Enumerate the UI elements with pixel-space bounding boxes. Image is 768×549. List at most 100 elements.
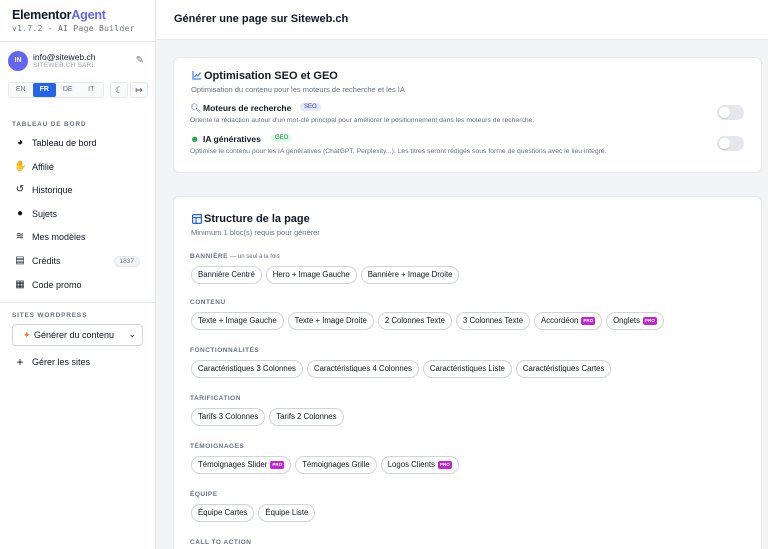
app-name: Elementor	[12, 8, 72, 22]
seo-toggle[interactable]	[717, 105, 744, 120]
lang-it-button[interactable]: IT	[80, 83, 104, 97]
block-chip-label: Équipe Liste	[265, 508, 309, 517]
page-title: Générer une page sur Siteweb.ch	[174, 13, 349, 25]
divider	[0, 302, 156, 303]
block-chip-label: Tarifs 3 Colonnes	[198, 412, 259, 421]
divider	[0, 41, 156, 42]
block-chip-label: Équipe Cartes	[198, 508, 248, 517]
manage-sites-link[interactable]: + Gérer les sites	[12, 354, 144, 372]
group-hint: — un seul à la fois	[230, 254, 280, 260]
chip-row: Tarifs 3 Colonnes Tarifs 2 Colonnes	[191, 408, 344, 426]
block-chip[interactable]: Bannière + Image Droite	[360, 266, 460, 284]
chip-row: Bannière Centré Hero + Image Gauche Banniè…	[191, 266, 460, 284]
layout-icon	[192, 214, 202, 224]
app-version: v1.7.2 - AI Page Builder	[12, 24, 135, 33]
block-chip-label: Onglets	[613, 316, 640, 325]
block-chip[interactable]: Caractéristiques 4 Colonnes	[306, 360, 419, 378]
plus-icon: +	[16, 355, 24, 369]
group-label: TARIFICATION	[190, 395, 241, 402]
sidebar-item-label: Affilié	[32, 162, 54, 172]
block-chip-label: Témoignages Grille	[302, 460, 370, 469]
geo-tag: GEO	[271, 134, 293, 142]
seo-card-title: Optimisation SEO et GEO	[204, 70, 338, 82]
block-chip[interactable]: Accordéon PRO	[534, 312, 603, 330]
logout-button[interactable]: ↦	[130, 82, 148, 98]
group-label-text: CONTENU	[190, 299, 226, 306]
sidebar-item-templates[interactable]: ≋ Mes modèles	[12, 229, 144, 247]
top-bar: Générer une page sur Siteweb.ch	[157, 0, 768, 40]
robot-icon: ☻	[190, 134, 200, 144]
site-select-value: Générer du contenu	[34, 330, 115, 340]
block-chip[interactable]: Hero + Image Gauche	[265, 266, 357, 284]
chip-row: Témoignages Slider PRO Témoignages Grille L…	[191, 456, 459, 474]
lang-fr-button[interactable]: FR	[32, 83, 56, 97]
block-chip[interactable]: 3 Colonnes Texte	[455, 312, 531, 330]
credits-badge: 1837	[113, 256, 140, 267]
site-select[interactable]: ✦ Générer du contenu ⌄	[12, 324, 143, 346]
chart-line-icon	[192, 71, 201, 80]
chip-row: Équipe Cartes Équipe Liste	[191, 504, 316, 522]
block-chip[interactable]: Tarifs 2 Colonnes	[269, 408, 344, 426]
section-label-wordpress: SITES WORDPRESS	[12, 312, 88, 319]
lang-de-button[interactable]: DE	[56, 83, 80, 97]
sidebar-item-affiliate[interactable]: ✋ Affilié	[12, 159, 144, 177]
option-description: Optimise le contenu pour les IA générati…	[190, 148, 607, 155]
block-chip[interactable]: Équipe Liste	[258, 504, 316, 522]
sidebar-item-dashboard[interactable]: ◕ Tableau de bord	[12, 135, 144, 153]
handshake-icon: ✋	[14, 161, 27, 172]
block-chip[interactable]: Témoignages Grille	[295, 456, 377, 474]
option-title: IA génératives	[203, 134, 261, 144]
pro-badge: PRO	[581, 317, 596, 325]
seo-card-subtitle: Optimisation du contenu pour les moteurs…	[191, 85, 405, 94]
chip-row: Texte + Image Gauche Texte + Image Droite…	[191, 312, 664, 330]
pro-badge: PRO	[437, 461, 452, 469]
theme-toggle-button[interactable]: ☾	[110, 82, 128, 98]
moon-icon: ☾	[114, 85, 124, 95]
block-chip[interactable]: Caractéristiques Liste	[422, 360, 512, 378]
logout-icon: ↦	[135, 85, 143, 95]
block-chip[interactable]: 2 Colonnes Texte	[377, 312, 452, 330]
block-chip[interactable]: Tarifs 3 Colonnes	[191, 408, 266, 426]
geo-toggle[interactable]	[717, 136, 744, 151]
section-label-dashboard: TABLEAU DE BORD	[12, 121, 87, 128]
group-label: CONTENU	[190, 299, 226, 306]
block-chip[interactable]: Logos Clients PRO	[380, 456, 459, 474]
pencil-icon[interactable]: ✎	[136, 55, 144, 66]
group-label: FONCTIONNALITÉS	[190, 347, 259, 354]
search-icon: 🔍︎	[190, 103, 202, 113]
structure-card-title: Structure de la page	[204, 213, 310, 225]
seo-tag: SEO	[300, 103, 321, 111]
block-chip-label: Caractéristiques Cartes	[522, 364, 605, 373]
palette-icon: ◕	[16, 137, 24, 148]
group-label-text: TARIFICATION	[190, 395, 241, 402]
sidebar-item-credits[interactable]: ▤ Crédits 1837	[12, 253, 144, 271]
group-label-text: ÉQUIPE	[190, 491, 218, 498]
sidebar-item-label: Code promo	[32, 280, 82, 290]
block-chip[interactable]: Témoignages Slider PRO	[191, 456, 292, 474]
block-chip[interactable]: Équipe Cartes	[191, 504, 255, 522]
sidebar-item-history[interactable]: ↺ Historique	[12, 182, 144, 200]
block-chip-label: Tarifs 2 Colonnes	[276, 412, 337, 421]
block-chip[interactable]: Onglets PRO	[606, 312, 664, 330]
group-label-text: TÉMOIGNAGES	[190, 443, 245, 450]
lang-en-button[interactable]: EN	[9, 83, 33, 97]
group-label: CALL TO ACTION	[190, 539, 251, 546]
block-chip[interactable]: Bannière Centré	[191, 266, 262, 284]
block-chip[interactable]: Caractéristiques Cartes	[515, 360, 612, 378]
block-chip[interactable]: Texte + Image Droite	[287, 312, 374, 330]
pro-badge: PRO	[642, 317, 657, 325]
block-chip[interactable]: Caractéristiques 3 Colonnes	[191, 360, 303, 378]
structure-card-subtitle: Minimum 1 bloc(s) requis pour générer	[191, 228, 320, 237]
block-chip-label: Hero + Image Gauche	[272, 270, 350, 279]
sidebar-item-topics[interactable]: ● Sujets	[12, 206, 144, 224]
block-chip-label: Témoignages Slider	[198, 460, 268, 469]
app-logo[interactable]: ElementorAgent	[12, 8, 135, 22]
sidebar-item-promo-code[interactable]: ▦ Code promo	[12, 277, 144, 295]
option-title: Moteurs de recherche	[203, 103, 292, 113]
block-chip-label: Texte + Image Gauche	[198, 316, 277, 325]
block-chip-label: Caractéristiques 4 Colonnes	[313, 364, 412, 373]
block-chip[interactable]: Texte + Image Gauche	[191, 312, 284, 330]
gift-icon: ▦	[15, 279, 25, 290]
sidebar-item-label: Tableau de bord	[32, 138, 97, 148]
block-chip-label: Caractéristiques 3 Colonnes	[198, 364, 296, 373]
